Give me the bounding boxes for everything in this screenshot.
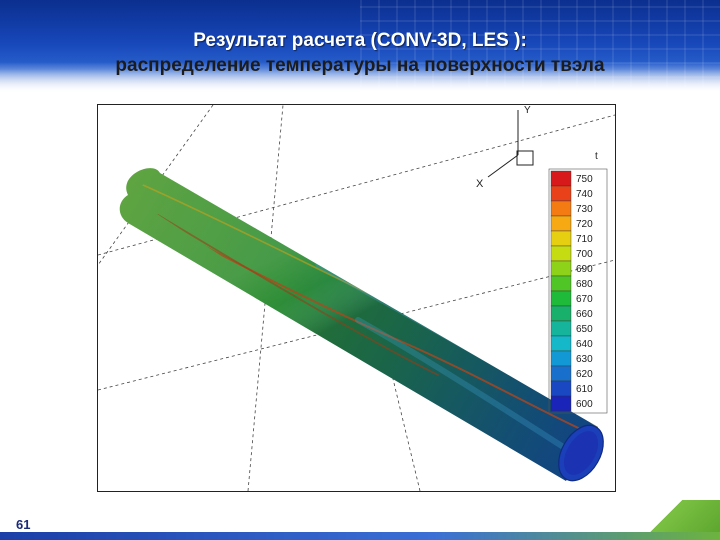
legend-swatch-660 [550, 305, 572, 322]
legend-label-610: 610 [576, 384, 593, 395]
legend-swatch-750 [550, 170, 572, 187]
legend-swatch-600 [550, 395, 572, 412]
slide-number: 61 [16, 517, 31, 532]
fuel-rod [119, 168, 604, 482]
legend-swatch-740 [550, 185, 572, 202]
legend-label-680: 680 [576, 279, 593, 290]
slide-title-line2: распределение температуры на поверхности… [115, 55, 605, 76]
legend-label-740: 740 [576, 189, 593, 200]
legend-label-710: 710 [576, 234, 593, 245]
legend-swatch-610 [550, 380, 572, 397]
legend-label-640: 640 [576, 339, 593, 350]
slide-title-line1: Результат расчета (CONV-3D, LES ): [193, 30, 527, 51]
temperature-plot: Y X t 750 740 730 720 710 700 690 680 670 660 650 6… [97, 104, 616, 492]
x-axis-label: X [476, 178, 484, 190]
legend-swatch-700 [550, 245, 572, 262]
legend-label-750: 750 [576, 174, 593, 185]
legend-swatch-670 [550, 290, 572, 307]
legend-swatch-640 [550, 335, 572, 352]
legend-label-660: 660 [576, 309, 593, 320]
legend-swatch-650 [550, 320, 572, 337]
legend-label-720: 720 [576, 219, 593, 230]
legend-label-630: 630 [576, 354, 593, 365]
footer-bar [0, 532, 720, 540]
legend-label-600: 600 [576, 399, 593, 410]
legend-title: t [595, 151, 598, 162]
temperature-plot-frame: Y X t 750 740 730 720 710 700 690 680 670 660 650 6… [97, 104, 616, 492]
legend-swatch-730 [550, 200, 572, 217]
legend-label-620: 620 [576, 369, 593, 380]
legend-label-670: 670 [576, 294, 593, 305]
y-axis-label: Y [524, 105, 531, 116]
legend-swatch-710 [550, 230, 572, 247]
legend-swatch-720 [550, 215, 572, 232]
legend-label-690: 690 [576, 264, 593, 275]
legend-label-650: 650 [576, 324, 593, 335]
color-legend: t 750 740 730 720 710 700 690 680 670 660 650 640 63… [548, 151, 608, 414]
legend-swatch-630 [550, 350, 572, 367]
legend-label-700: 700 [576, 249, 593, 260]
legend-label-730: 730 [576, 204, 593, 215]
legend-swatch-620 [550, 365, 572, 382]
legend-swatch-680 [550, 275, 572, 292]
legend-swatch-690 [550, 260, 572, 277]
